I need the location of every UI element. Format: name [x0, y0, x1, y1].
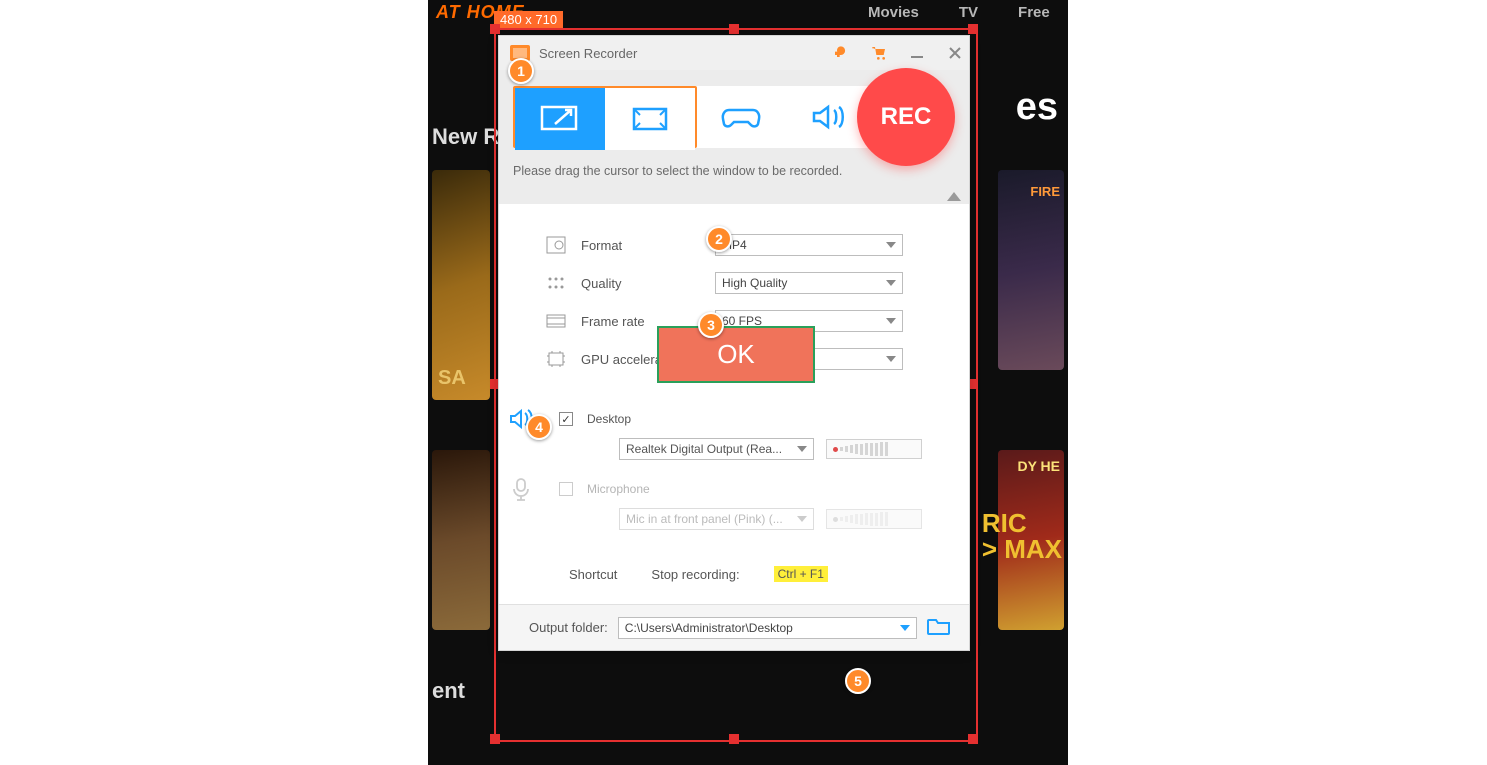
output-bar: Output folder: C:\Users\Administrator\De…	[499, 604, 969, 650]
shortcut-label: Shortcut	[569, 567, 617, 582]
microphone-icon	[511, 477, 531, 501]
microphone-label: Microphone	[587, 482, 650, 496]
audio-panel: ✓ Desktop Realtek Digital Output (Rea...…	[499, 388, 969, 548]
mode-group-region	[513, 86, 697, 148]
selection-handle[interactable]	[490, 24, 500, 34]
annotation-badge-4: 4	[526, 414, 552, 440]
nav-movies[interactable]: Movies	[868, 4, 919, 28]
microphone-device-select[interactable]: Mic in at front panel (Pink) (...	[619, 508, 814, 530]
desktop-audio-checkbox[interactable]: ✓	[559, 412, 573, 426]
mode-game-button[interactable]	[697, 86, 785, 148]
selection-handle[interactable]	[968, 24, 978, 34]
quality-label: Quality	[581, 276, 701, 291]
mode-fullscreen-button[interactable]	[605, 88, 695, 150]
desktop-device-select[interactable]: Realtek Digital Output (Rea...	[619, 438, 814, 460]
annotation-badge-1: 1	[508, 58, 534, 84]
microphone-checkbox[interactable]	[559, 482, 573, 496]
gpu-icon	[545, 350, 567, 368]
poster-right-2	[998, 450, 1064, 630]
microphone-meter	[826, 509, 922, 529]
stop-recording-label: Stop recording:	[651, 567, 739, 582]
selection-size-badge: 480 x 710	[494, 11, 563, 28]
heading-fragment-right: es	[1016, 86, 1058, 129]
annotation-badge-2: 2	[706, 226, 732, 252]
drag-hint-text: Please drag the cursor to select the win…	[513, 164, 955, 178]
format-label: Format	[581, 238, 701, 253]
chevron-down-icon	[900, 625, 910, 631]
shortcut-row: Shortcut Stop recording: Ctrl + F1	[499, 548, 969, 604]
cart-icon[interactable]	[871, 45, 887, 61]
collapse-toggle[interactable]	[499, 188, 969, 204]
key-icon[interactable]	[833, 45, 849, 61]
heading-fragment-left-2: ent	[432, 678, 465, 704]
window-title: Screen Recorder	[539, 46, 637, 61]
format-select[interactable]: MP4	[715, 234, 903, 256]
output-folder-input[interactable]: C:\Users\Administrator\Desktop	[618, 617, 917, 639]
selection-handle[interactable]	[729, 24, 739, 34]
ok-callout-button[interactable]: OK	[657, 326, 815, 383]
record-button[interactable]: REC	[857, 68, 955, 166]
selection-handle[interactable]	[490, 734, 500, 744]
mode-toolbar: REC Please drag the cursor to select the…	[499, 70, 969, 188]
annotation-badge-5: 5	[845, 668, 871, 694]
minimize-button[interactable]	[909, 45, 925, 61]
poster-left-2	[432, 450, 490, 630]
close-button[interactable]	[947, 45, 963, 61]
quality-icon	[545, 275, 567, 291]
mode-custom-region-button[interactable]	[515, 88, 605, 150]
browse-folder-button[interactable]	[927, 616, 951, 639]
chevron-up-icon	[947, 192, 961, 201]
framerate-icon	[545, 313, 567, 329]
nav-free[interactable]: Free	[1018, 4, 1050, 28]
poster-right-1	[998, 170, 1064, 370]
stop-recording-hotkey: Ctrl + F1	[774, 566, 828, 582]
selection-handle[interactable]	[968, 734, 978, 744]
format-icon	[545, 236, 567, 254]
poster-left-1	[432, 170, 490, 400]
output-folder-label: Output folder:	[529, 620, 608, 635]
selection-handle[interactable]	[729, 734, 739, 744]
annotation-badge-3: 3	[698, 312, 724, 338]
desktop-audio-label: Desktop	[587, 412, 631, 426]
desktop-audio-meter	[826, 439, 922, 459]
titlebar: Screen Recorder	[499, 36, 969, 70]
quality-select[interactable]: High Quality	[715, 272, 903, 294]
